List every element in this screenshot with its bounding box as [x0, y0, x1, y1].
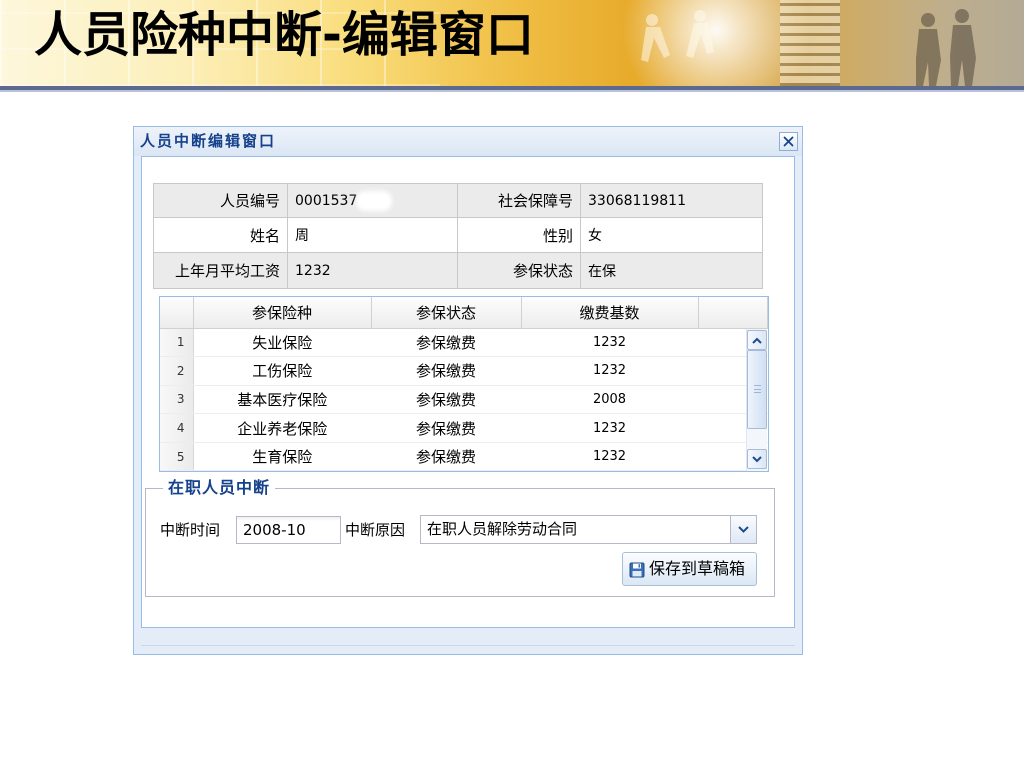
scroll-thumb[interactable]	[747, 350, 767, 429]
interruption-time-input[interactable]	[236, 516, 341, 544]
table-row[interactable]: 4 企业养老保险 参保缴费 1232	[160, 413, 768, 443]
insurance-grid-table: 参保险种 参保状态 缴费基数 1 失业保险 参保缴费 1232 2 工伤保险 参…	[160, 297, 768, 471]
slide-title: 人员险种中断-编辑窗口	[34, 7, 534, 63]
interruption-reason-label: 中断原因	[345, 521, 406, 539]
save-to-drafts-button[interactable]: 保存到草稿箱	[622, 552, 757, 586]
info-label-cell: 上年月平均工资	[153, 252, 288, 289]
name-value: 周	[287, 217, 458, 253]
grid-header-empty	[698, 297, 768, 329]
insurance-type-cell: 企业养老保险	[193, 413, 371, 443]
window-title: 人员中断编辑窗口	[140, 132, 277, 150]
average-wage-value: 1232	[287, 252, 458, 289]
insurance-grid: 参保险种 参保状态 缴费基数 1 失业保险 参保缴费 1232 2 工伤保险 参…	[159, 296, 769, 472]
info-row: 上年月平均工资 1232 参保状态 在保	[153, 252, 763, 289]
base-amount-cell: 1232	[521, 328, 698, 358]
base-amount-cell: 2008	[521, 385, 698, 415]
edit-window: 人员中断编辑窗口 人员编号 0001537 社会保障号 33068119811 …	[133, 126, 803, 655]
insurance-status-value: 在保	[580, 252, 763, 289]
table-row[interactable]: 1 失业保险 参保缴费 1232	[160, 328, 768, 358]
scroll-down-button[interactable]	[747, 449, 767, 469]
table-row[interactable]: 3 基本医疗保险 参保缴费 2008	[160, 385, 768, 415]
banner-divider-highlight	[0, 90, 1024, 92]
row-number: 4	[160, 413, 194, 443]
slide: 人员险种中断-编辑窗口 人员中断编辑窗口 人员编号 0001537 社会保障号 …	[0, 0, 1024, 768]
window-header[interactable]: 人员中断编辑窗口	[134, 127, 802, 156]
row-number: 2	[160, 356, 194, 386]
status-cell: 参保缴费	[371, 385, 521, 415]
interruption-fieldset: 在职人员中断 中断时间 中断原因 在职人员解除劳动合同	[145, 478, 775, 597]
info-label-cell: 姓名	[153, 217, 288, 253]
insurance-type-cell: 生育保险	[193, 442, 371, 471]
status-cell: 参保缴费	[371, 356, 521, 386]
window-body: 人员编号 0001537 社会保障号 33068119811 姓名 周 性别 女…	[141, 156, 795, 628]
base-amount-cell: 1232	[521, 413, 698, 443]
header-banner: 人员险种中断-编辑窗口	[0, 0, 1024, 86]
table-row[interactable]: 5 生育保险 参保缴费 1232	[160, 442, 768, 471]
scroll-grip	[754, 385, 761, 393]
info-value-cell: 0001537	[287, 183, 458, 218]
close-button[interactable]	[779, 132, 798, 151]
scroll-up-button[interactable]	[747, 330, 767, 350]
grid-header-status[interactable]: 参保状态	[371, 297, 522, 329]
save-button-label: 保存到草稿箱	[649, 559, 746, 578]
status-cell: 参保缴费	[371, 413, 521, 443]
grid-header-base[interactable]: 缴费基数	[521, 297, 699, 329]
grid-header-row: 参保险种 参保状态 缴费基数	[160, 297, 768, 329]
info-row: 人员编号 0001537 社会保障号 33068119811	[153, 183, 763, 218]
info-row: 姓名 周 性别 女	[153, 217, 763, 253]
person-info-table: 人员编号 0001537 社会保障号 33068119811 姓名 周 性别 女…	[153, 183, 763, 289]
grid-vertical-scrollbar[interactable]	[746, 329, 767, 471]
person-id-value: 0001537	[295, 192, 358, 209]
interruption-reason-select[interactable]: 在职人员解除劳动合同	[420, 515, 757, 544]
fieldset-legend: 在职人员中断	[163, 478, 276, 498]
social-security-value: 33068119811	[580, 183, 763, 218]
row-number: 1	[160, 328, 194, 358]
insurance-type-cell: 基本医疗保险	[193, 385, 371, 415]
status-cell: 参保缴费	[371, 442, 521, 471]
info-label-cell: 参保状态	[457, 252, 581, 289]
info-label-cell: 社会保障号	[457, 183, 581, 218]
interruption-time-label: 中断时间	[160, 521, 221, 539]
floppy-disk-icon	[629, 562, 645, 578]
chevron-up-icon	[752, 337, 762, 344]
info-label-cell: 人员编号	[153, 183, 288, 218]
status-cell: 参保缴费	[371, 328, 521, 358]
chevron-down-icon	[738, 526, 749, 533]
close-icon	[783, 136, 794, 147]
table-row[interactable]: 2 工伤保险 参保缴费 1232	[160, 356, 768, 386]
info-label-cell: 性别	[457, 217, 581, 253]
insurance-type-cell: 工伤保险	[193, 356, 371, 386]
chevron-down-icon	[752, 455, 762, 462]
window-footer-divider	[141, 645, 795, 646]
reason-dropdown-button[interactable]	[730, 516, 756, 543]
grid-header-rownumber	[160, 297, 194, 329]
row-number: 5	[160, 442, 194, 471]
gender-value: 女	[580, 217, 763, 253]
row-number: 3	[160, 385, 194, 415]
base-amount-cell: 1232	[521, 356, 698, 386]
insurance-type-cell: 失业保险	[193, 328, 371, 358]
grid-header-insurance[interactable]: 参保险种	[193, 297, 372, 329]
base-amount-cell: 1232	[521, 442, 698, 471]
redaction-mask	[359, 193, 390, 208]
interruption-reason-value: 在职人员解除劳动合同	[427, 520, 578, 538]
